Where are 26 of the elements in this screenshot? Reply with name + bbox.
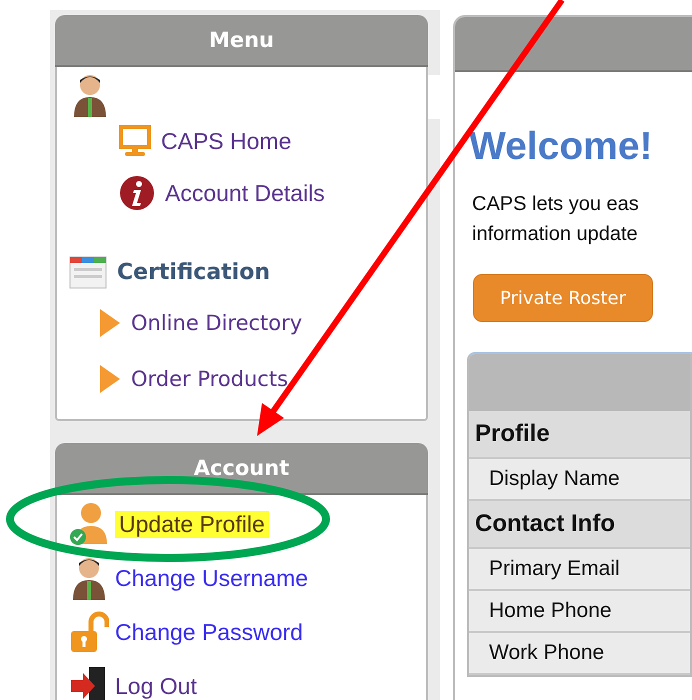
menu-link[interactable]: Log Out (115, 672, 197, 700)
triangle-icon (99, 364, 121, 394)
field-label: Display Name (469, 459, 690, 501)
field-label: Home Phone (469, 591, 690, 633)
calendar-icon (69, 255, 107, 289)
triangle-icon (99, 308, 121, 338)
monitor-icon (119, 125, 151, 157)
panel-title: Account (55, 443, 428, 495)
menu-link[interactable]: Change Username (115, 564, 308, 592)
panel-title: Menu (55, 15, 428, 67)
section-heading: Contact Info (469, 501, 690, 549)
menu-link[interactable]: Account Details (165, 180, 325, 206)
menu-link[interactable]: Change Password (115, 618, 303, 646)
menu-link[interactable]: Online Directory (131, 311, 302, 335)
menu-link[interactable]: CAPS Home (161, 128, 292, 154)
welcome-heading: Welcome! (469, 125, 654, 169)
person-check-icon (69, 502, 109, 546)
menu-link[interactable]: Update Profile (115, 510, 269, 538)
field-label: Primary Email (469, 549, 690, 591)
section-heading: Profile (469, 411, 690, 459)
category-heading: Certification (117, 260, 270, 284)
info-icon (119, 175, 155, 211)
open-padlock-icon (69, 611, 109, 653)
field-label: Work Phone (469, 633, 690, 675)
intro-text: CAPS lets you eas information update (472, 192, 640, 247)
menu-link[interactable]: Order Products (131, 367, 288, 391)
